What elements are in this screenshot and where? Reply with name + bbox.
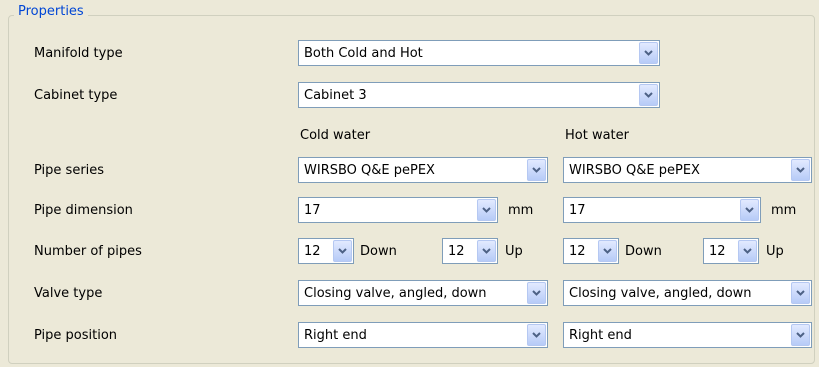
hot-valve-type-select[interactable]: Closing valve, angled, down: [563, 280, 812, 306]
manifold-type-label: Manifold type: [34, 46, 123, 61]
hot-up-label: Up: [766, 244, 784, 259]
hot-pipes-up-value: 12: [709, 244, 726, 259]
chevron-down-icon[interactable]: [639, 42, 658, 64]
chevron-down-icon[interactable]: [527, 159, 546, 181]
hot-down-label: Down: [625, 244, 662, 259]
chevron-down-icon[interactable]: [598, 240, 617, 262]
chevron-down-icon[interactable]: [639, 84, 658, 106]
chevron-down-icon[interactable]: [477, 199, 496, 221]
pipe-position-label: Pipe position: [34, 328, 118, 343]
hot-water-header: Hot water: [565, 128, 629, 143]
cold-down-label: Down: [360, 244, 397, 259]
properties-legend: Properties: [14, 4, 88, 20]
cabinet-type-value: Cabinet 3: [304, 88, 367, 103]
chevron-down-icon[interactable]: [527, 282, 546, 304]
chevron-down-icon[interactable]: [527, 324, 546, 346]
cold-pipes-up-value: 12: [448, 244, 465, 259]
properties-groupbox: [8, 15, 815, 364]
hot-pipe-dimension-value: 17: [569, 203, 586, 218]
manifold-type-select[interactable]: Both Cold and Hot: [298, 40, 660, 66]
cold-pipe-dimension-value: 17: [304, 203, 321, 218]
cold-pipe-series-select[interactable]: WIRSBO Q&E pePEX: [298, 157, 548, 183]
hot-pipes-down-select[interactable]: 12: [563, 238, 619, 264]
chevron-down-icon[interactable]: [738, 240, 757, 262]
cold-pipes-down-select[interactable]: 12: [298, 238, 354, 264]
chevron-down-icon[interactable]: [477, 240, 496, 262]
cold-pipe-dimension-select[interactable]: 17: [298, 197, 498, 223]
cold-up-label: Up: [505, 244, 523, 259]
pipe-series-label: Pipe series: [34, 163, 105, 178]
hot-pipe-dimension-select[interactable]: 17: [563, 197, 761, 223]
hot-dimension-unit: mm: [771, 203, 797, 218]
hot-pipe-position-value: Right end: [569, 328, 632, 343]
number-of-pipes-label: Number of pipes: [34, 244, 142, 259]
cold-valve-type-value: Closing valve, angled, down: [304, 286, 487, 301]
pipe-dimension-label: Pipe dimension: [34, 203, 133, 218]
cold-valve-type-select[interactable]: Closing valve, angled, down: [298, 280, 548, 306]
hot-valve-type-value: Closing valve, angled, down: [569, 286, 752, 301]
chevron-down-icon[interactable]: [791, 324, 810, 346]
cold-dimension-unit: mm: [508, 203, 534, 218]
hot-pipe-position-select[interactable]: Right end: [563, 322, 812, 348]
valve-type-label: Valve type: [34, 286, 103, 301]
cold-pipes-up-select[interactable]: 12: [442, 238, 498, 264]
cold-water-header: Cold water: [300, 128, 371, 143]
hot-pipe-series-select[interactable]: WIRSBO Q&E pePEX: [563, 157, 812, 183]
hot-pipes-down-value: 12: [569, 244, 586, 259]
cold-pipes-down-value: 12: [304, 244, 321, 259]
cabinet-type-select[interactable]: Cabinet 3: [298, 82, 660, 108]
cold-pipe-position-select[interactable]: Right end: [298, 322, 548, 348]
chevron-down-icon[interactable]: [791, 282, 810, 304]
hot-pipes-up-select[interactable]: 12: [703, 238, 759, 264]
cold-pipe-series-value: WIRSBO Q&E pePEX: [304, 163, 435, 178]
chevron-down-icon[interactable]: [740, 199, 759, 221]
hot-pipe-series-value: WIRSBO Q&E pePEX: [569, 163, 700, 178]
manifold-type-value: Both Cold and Hot: [304, 46, 423, 61]
chevron-down-icon[interactable]: [791, 159, 810, 181]
chevron-down-icon[interactable]: [333, 240, 352, 262]
cabinet-type-label: Cabinet type: [34, 88, 118, 103]
cold-pipe-position-value: Right end: [304, 328, 367, 343]
